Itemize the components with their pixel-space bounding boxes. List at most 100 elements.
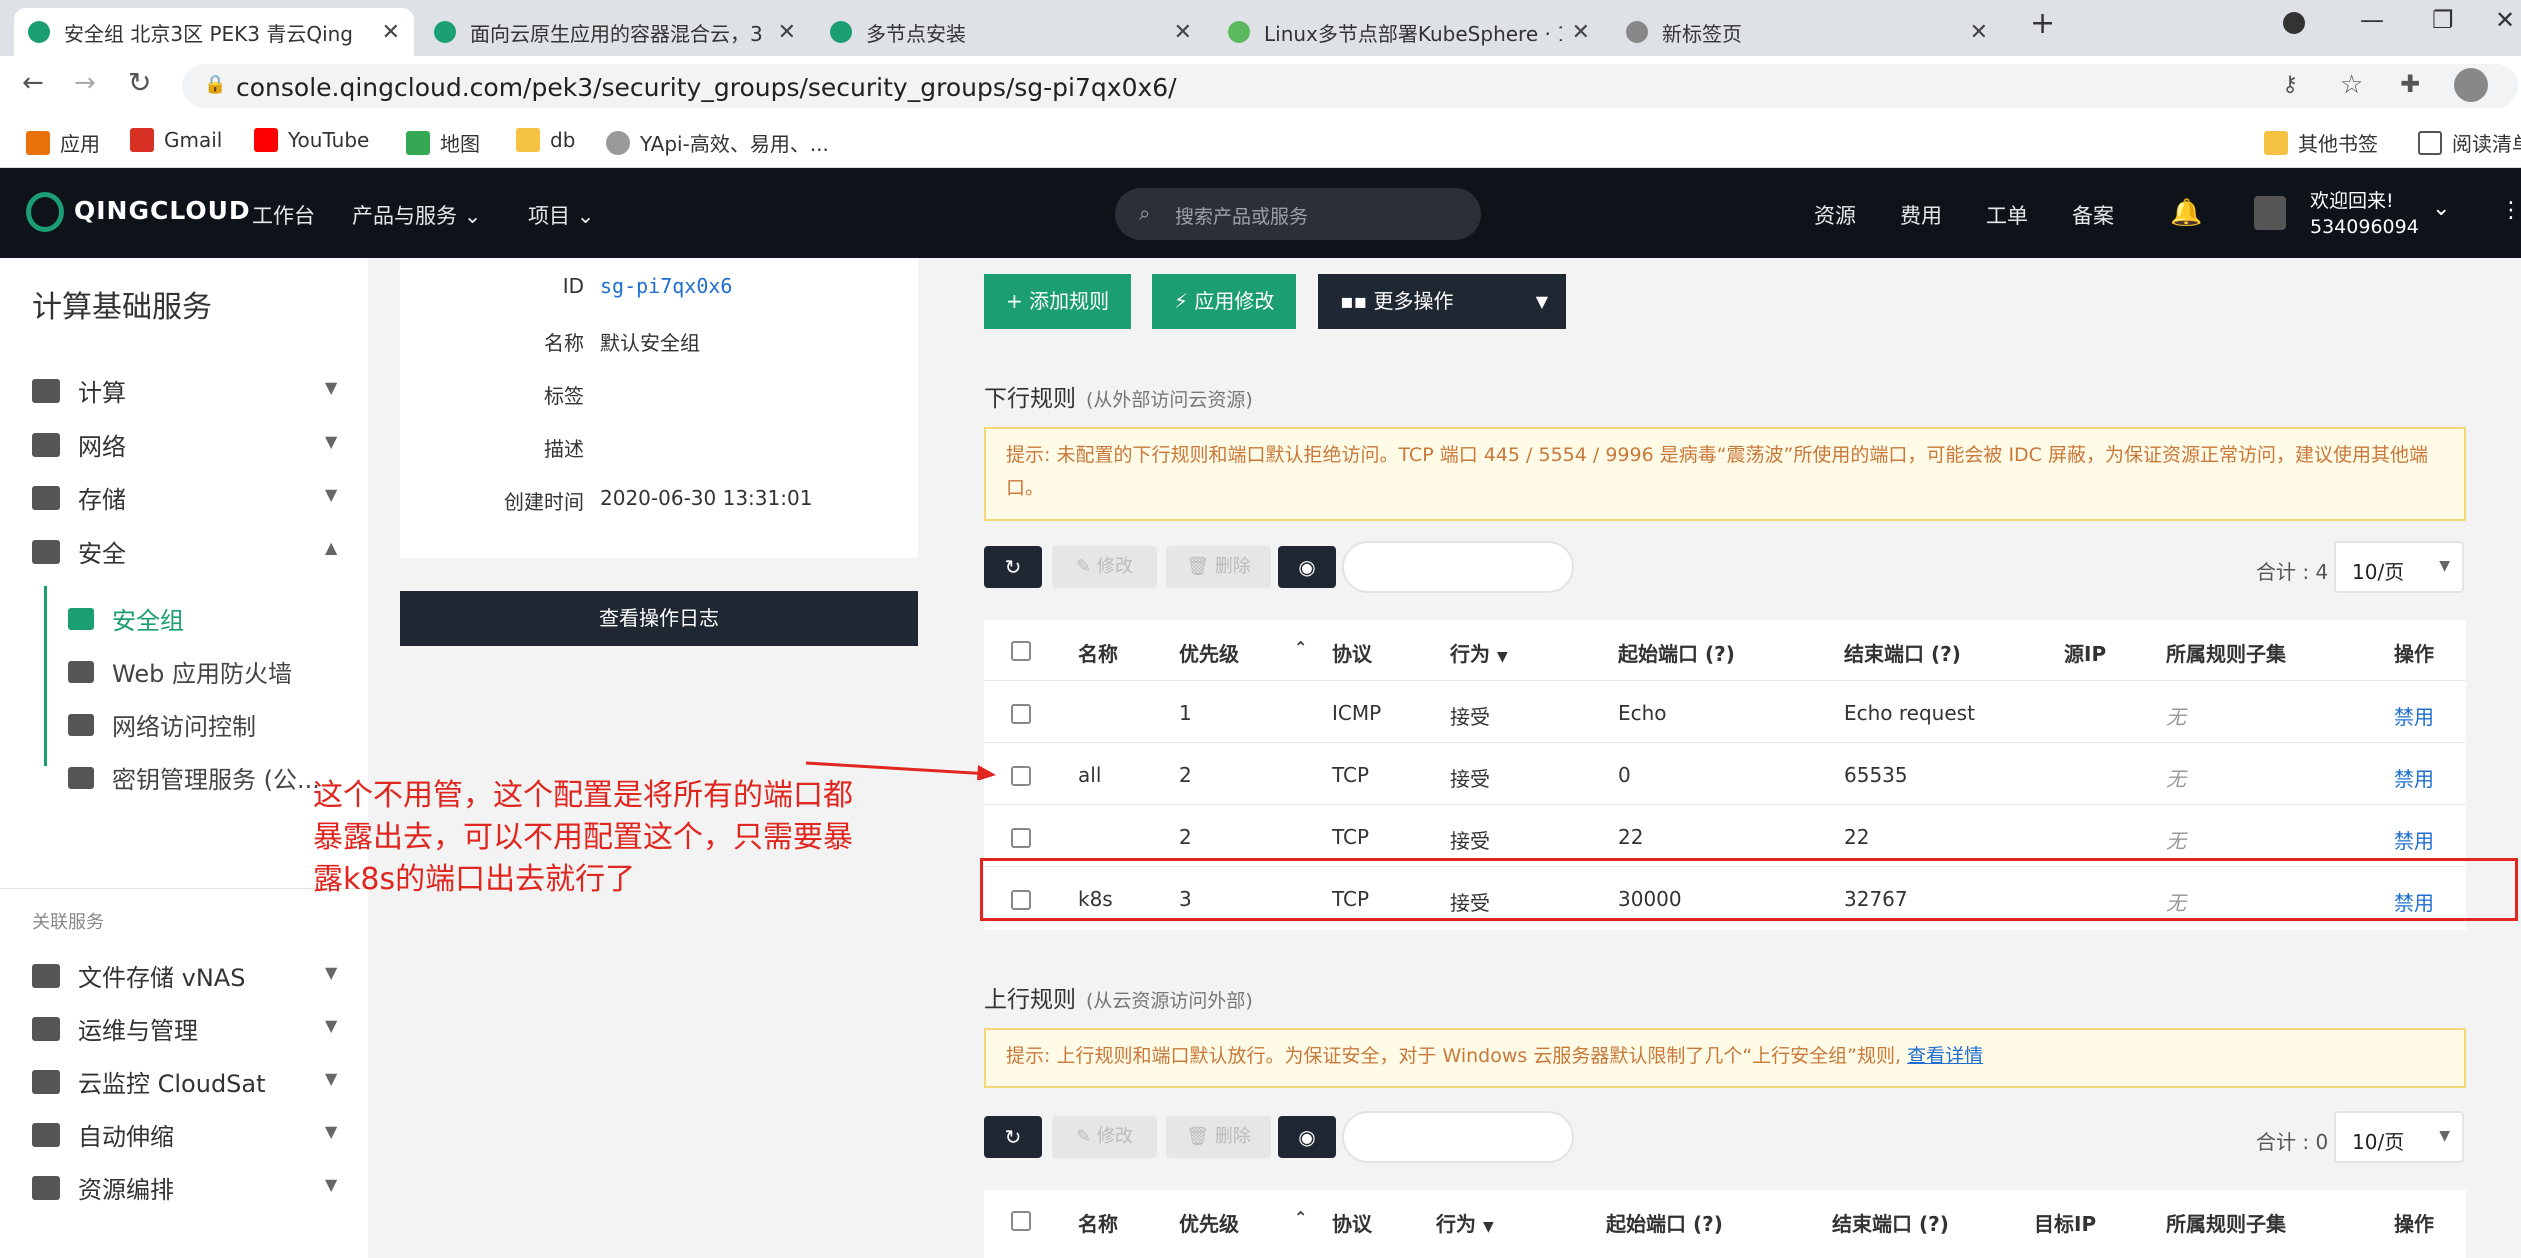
apply-changes-button[interactable]: ⚡ 应用修改 — [1152, 274, 1297, 329]
col-name[interactable]: 名称 — [1078, 638, 1118, 667]
window-close-button[interactable]: ✕ — [2495, 6, 2515, 34]
more-actions-button[interactable]: ▪▪ 更多操作 ▼ — [1318, 274, 1566, 329]
bookmark-youtube[interactable]: YouTube — [254, 128, 369, 152]
view-toggle-button[interactable]: ◉ — [1278, 1116, 1336, 1158]
apps-grid-icon[interactable]: ⋮ — [2500, 198, 2521, 223]
browser-tab[interactable]: Linux多节点部署KubeSphere · 1 ✕ — [1214, 8, 1604, 56]
bookmark-db[interactable]: db — [516, 128, 575, 152]
sidebar-item-acl[interactable]: 网络访问控制 — [68, 707, 256, 742]
disable-link[interactable]: 禁用 — [2394, 701, 2434, 730]
bookmark-yapi[interactable]: YApi-高效、易用、... — [606, 128, 829, 157]
maximize-button[interactable]: ❐ — [2432, 6, 2454, 34]
refresh-button[interactable]: ↻ — [984, 1116, 1042, 1158]
refresh-button[interactable]: ↻ — [984, 546, 1042, 588]
disable-link[interactable]: 禁用 — [2394, 763, 2434, 792]
outbound-page-size-select[interactable]: 10/页 ▼ — [2334, 1111, 2464, 1163]
edit-button[interactable]: ✎ 修改 — [1052, 1116, 1157, 1158]
caret-down-icon[interactable]: ▼ — [325, 485, 337, 504]
user-info[interactable]: 欢迎回来! 534096094 — [2310, 188, 2419, 240]
caret-down-icon[interactable]: ▼ — [325, 1069, 337, 1088]
bookmark-maps[interactable]: 地图 — [406, 128, 480, 157]
close-icon[interactable]: ✕ — [382, 20, 400, 45]
caret-down-icon[interactable]: ▼ — [325, 432, 337, 451]
caret-down-icon[interactable]: ▼ — [325, 378, 337, 397]
caret-down-icon[interactable]: ▼ — [325, 963, 337, 982]
search-input[interactable]: ⌕ 搜索产品或服务 — [1115, 188, 1481, 240]
bookmark-other[interactable]: 其他书签 — [2264, 128, 2378, 157]
id-value[interactable]: sg-pi7qx0x6 — [600, 274, 732, 298]
extensions-icon[interactable]: ✚ — [2400, 70, 2420, 98]
sidebar-item-cloudsat[interactable]: 云监控 CloudSat — [32, 1064, 266, 1099]
reload-icon[interactable]: ↻ — [128, 66, 151, 99]
add-rule-button[interactable]: + 添加规则 — [984, 274, 1132, 329]
bell-icon[interactable]: 🔔 — [2170, 198, 2202, 228]
nav-filing[interactable]: 备案 — [2072, 200, 2114, 230]
view-log-button[interactable]: 查看操作日志 — [400, 591, 918, 646]
sidebar-item-waf[interactable]: Web 应用防火墙 — [68, 654, 292, 689]
sidebar-item-vnas[interactable]: 文件存储 vNAS — [32, 958, 245, 993]
caret-up-icon[interactable]: ▲ — [325, 538, 337, 557]
sidebar-item-storage[interactable]: 存储 — [32, 480, 126, 515]
nav-tickets[interactable]: 工单 — [1986, 200, 2028, 230]
new-tab-button[interactable]: + — [2030, 6, 2055, 41]
back-icon[interactable]: ← — [22, 68, 44, 98]
close-icon[interactable]: ✕ — [1970, 20, 1988, 45]
outbound-search-input[interactable] — [1342, 1111, 1574, 1163]
inbound-search-input[interactable] — [1342, 541, 1574, 593]
view-toggle-button[interactable]: ◉ — [1278, 546, 1336, 588]
select-all-checkbox[interactable] — [1011, 641, 1031, 661]
close-icon[interactable]: ✕ — [778, 20, 796, 45]
sidebar-item-ops[interactable]: 运维与管理 — [32, 1011, 198, 1046]
sort-icon[interactable]: ⌃ — [1294, 638, 1307, 657]
chevron-down-icon[interactable]: ⌄ — [2432, 196, 2450, 221]
caret-down-icon[interactable]: ▼ — [325, 1016, 337, 1035]
logo-text[interactable]: QINGCLOUD — [74, 196, 251, 225]
close-icon[interactable]: ✕ — [1572, 20, 1590, 45]
sidebar-item-security-groups[interactable]: 安全组 — [68, 601, 184, 636]
view-details-link[interactable]: 查看详情 — [1907, 1045, 1983, 1067]
delete-button[interactable]: 🗑 删除 — [1166, 546, 1271, 588]
bookmark-gmail[interactable]: Gmail — [130, 128, 222, 152]
bookmark-apps[interactable]: 应用 — [26, 128, 100, 157]
nav-resources[interactable]: 资源 — [1814, 200, 1856, 230]
browser-tab-active[interactable]: 安全组 北京3区 PEK3 青云Qing ✕ — [14, 8, 414, 56]
user-avatar-icon[interactable] — [2254, 196, 2286, 230]
star-icon[interactable]: ☆ — [2340, 70, 2363, 100]
browser-tab[interactable]: 新标签页 ✕ — [1612, 8, 2002, 56]
col-priority[interactable]: 优先级 — [1179, 1208, 1239, 1237]
col-name[interactable]: 名称 — [1078, 1208, 1118, 1237]
reading-list[interactable]: 阅读清单 — [2418, 128, 2521, 157]
close-icon[interactable]: ✕ — [1174, 20, 1192, 45]
tab-search-icon[interactable] — [2283, 12, 2305, 34]
sidebar-item-security[interactable]: 安全 — [32, 534, 126, 569]
nav-products[interactable]: 产品与服务 ⌄ — [352, 200, 481, 230]
nav-projects[interactable]: 项目 ⌄ — [528, 200, 594, 230]
sidebar-item-autoscaling[interactable]: 自动伸缩 — [32, 1117, 174, 1152]
inbound-page-size-select[interactable]: 10/页 ▼ — [2334, 541, 2464, 593]
sidebar-item-orchestration[interactable]: 资源编排 — [32, 1170, 174, 1205]
forward-icon[interactable]: → — [74, 68, 96, 98]
col-priority[interactable]: 优先级 — [1179, 638, 1239, 667]
col-action[interactable]: 行为 ▼ — [1450, 638, 1508, 667]
key-icon[interactable]: ⚷ — [2282, 72, 2298, 97]
row-checkbox[interactable] — [1011, 766, 1031, 786]
edit-button[interactable]: ✎ 修改 — [1052, 546, 1157, 588]
caret-down-icon[interactable]: ▼ — [325, 1175, 337, 1194]
profile-icon[interactable] — [2454, 68, 2488, 102]
nav-workbench[interactable]: 工作台 — [252, 200, 315, 230]
row-checkbox[interactable] — [1011, 828, 1031, 848]
minimize-button[interactable]: — — [2360, 6, 2384, 34]
col-action[interactable]: 行为 ▼ — [1436, 1208, 1494, 1237]
browser-tab[interactable]: 面向云原生应用的容器混合云，3 ✕ — [420, 8, 810, 56]
select-all-checkbox[interactable] — [1011, 1211, 1031, 1231]
caret-down-icon[interactable]: ▼ — [325, 1122, 337, 1141]
sidebar-item-compute[interactable]: 计算 — [32, 373, 126, 408]
disable-link[interactable]: 禁用 — [2394, 825, 2434, 854]
browser-tab[interactable]: 多节点安装 ✕ — [816, 8, 1206, 56]
sidebar-item-kms[interactable]: 密钥管理服务 (公... — [68, 760, 320, 795]
row-checkbox[interactable] — [1011, 704, 1031, 724]
url-field[interactable]: 🔒 console.qingcloud.com/pek3/security_gr… — [182, 64, 2518, 108]
delete-button[interactable]: 🗑 删除 — [1166, 1116, 1271, 1158]
sidebar-item-network[interactable]: 网络 — [32, 427, 126, 462]
sort-icon[interactable]: ⌃ — [1294, 1208, 1307, 1227]
